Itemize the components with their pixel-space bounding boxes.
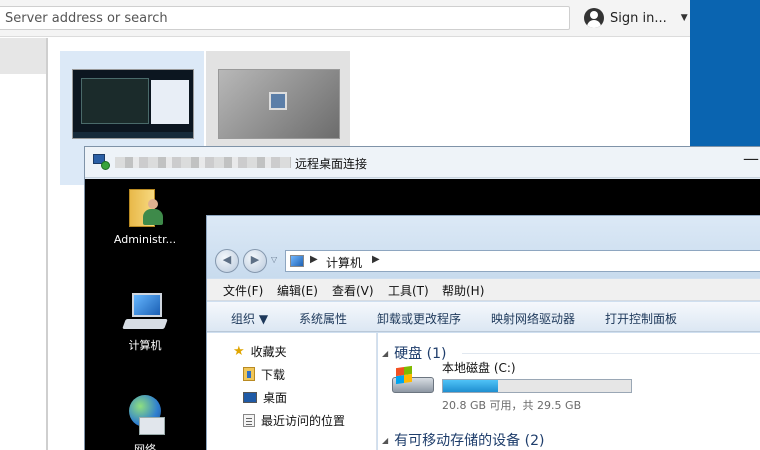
chevron-down-icon[interactable]: ▼ bbox=[681, 13, 688, 23]
content-pane: ◢ 硬盘 (1) 本地磁盘 (C:) 20.8 GB 可用，共 29.5 GB … bbox=[378, 333, 760, 450]
user-picture-icon bbox=[269, 92, 287, 110]
remote-desktop-window: 远程桌面连接 — Administr... 计算机 网络 ◀ ▶ ▽ ▶ 计算机… bbox=[84, 146, 760, 450]
nav-item-desktop[interactable]: 桌面 bbox=[243, 388, 287, 406]
collapse-icon[interactable]: ◢ bbox=[382, 436, 388, 445]
breadcrumb-separator-icon[interactable]: ▶ bbox=[310, 254, 318, 265]
nav-item-favorites[interactable]: ★ 收藏夹 bbox=[233, 342, 287, 360]
system-properties-button[interactable]: 系统属性 bbox=[299, 310, 347, 327]
arrow-left-icon: ◀ bbox=[222, 253, 232, 266]
group-title: 有可移动存储的设备 (2) bbox=[394, 433, 545, 449]
menu-edit[interactable]: 编辑(E) bbox=[277, 282, 318, 299]
organize-button[interactable]: 组织 ▼ bbox=[231, 310, 268, 327]
desktop-folder-icon bbox=[243, 391, 257, 403]
drive-name: 本地磁盘 (C:) bbox=[442, 361, 516, 375]
desktop-icon-network[interactable]: 网络 bbox=[85, 393, 205, 450]
thumbnail-screen bbox=[218, 69, 340, 139]
nav-item-label: 桌面 bbox=[263, 390, 288, 405]
drive-c[interactable]: 本地磁盘 (C:) 20.8 GB 可用，共 29.5 GB bbox=[390, 353, 650, 412]
nav-item-label: 最近访问的位置 bbox=[261, 413, 346, 428]
explorer-window: ◀ ▶ ▽ ▶ 计算机 ▶ 文件(F) 编辑(E) 查看(V) 工具(T) 帮助… bbox=[206, 215, 760, 450]
left-panel-item[interactable] bbox=[0, 38, 46, 74]
thumbnail-screen bbox=[72, 69, 194, 139]
nav-item-label: 收藏夹 bbox=[250, 344, 287, 359]
address-bar[interactable]: ▶ 计算机 ▶ bbox=[285, 250, 760, 272]
menu-bar: 文件(F) 编辑(E) 查看(V) 工具(T) 帮助(H) bbox=[207, 279, 760, 301]
nav-item-recent-places[interactable]: 最近访问的位置 bbox=[243, 411, 345, 429]
hard-drive-icon bbox=[390, 365, 434, 395]
command-bar: 组织 ▼ 系统属性 卸载或更改程序 映射网络驱动器 打开控制面板 bbox=[207, 302, 760, 332]
top-bar: Sign in... ▼ bbox=[0, 0, 690, 37]
explorer-header: ◀ ▶ ▽ ▶ 计算机 ▶ bbox=[207, 216, 760, 278]
desktop-icon-label: Administr... bbox=[113, 233, 177, 246]
divider bbox=[46, 38, 48, 450]
history-dropdown-icon[interactable]: ▽ bbox=[271, 255, 277, 264]
rdc-title-bar[interactable]: 远程桌面连接 — bbox=[85, 147, 760, 178]
computer-icon bbox=[290, 255, 304, 267]
recent-places-icon bbox=[243, 413, 255, 427]
drive-usage-fill bbox=[443, 380, 499, 392]
menu-view[interactable]: 查看(V) bbox=[332, 282, 374, 299]
menu-help[interactable]: 帮助(H) bbox=[442, 282, 484, 299]
collapse-icon[interactable]: ◢ bbox=[382, 349, 388, 358]
nav-item-downloads[interactable]: 下载 bbox=[243, 365, 285, 383]
desktop-icon-computer[interactable]: 计算机 bbox=[85, 293, 205, 353]
menu-tools[interactable]: 工具(T) bbox=[388, 282, 429, 299]
desktop-icon-label: 网络 bbox=[134, 443, 156, 450]
network-icon bbox=[123, 393, 167, 437]
menu-file[interactable]: 文件(F) bbox=[223, 282, 263, 299]
breadcrumb-separator-icon[interactable]: ▶ bbox=[372, 254, 380, 265]
window-title: 远程桌面连接 bbox=[295, 157, 368, 171]
desktop-icon-administrator[interactable]: Administr... bbox=[85, 185, 205, 246]
uninstall-program-button[interactable]: 卸载或更改程序 bbox=[377, 310, 461, 327]
nav-item-label: 下载 bbox=[261, 367, 286, 382]
desktop-icon-label: 计算机 bbox=[128, 339, 162, 352]
minimize-button[interactable]: — bbox=[739, 149, 760, 168]
star-icon: ★ bbox=[233, 343, 245, 359]
user-avatar-icon bbox=[584, 8, 604, 28]
back-button[interactable]: ◀ bbox=[215, 249, 239, 273]
group-header-removable[interactable]: ◢ 有可移动存储的设备 (2) bbox=[382, 430, 544, 450]
search-input[interactable] bbox=[5, 9, 555, 27]
open-control-panel-button[interactable]: 打开控制面板 bbox=[605, 310, 677, 327]
breadcrumb-computer[interactable]: 计算机 bbox=[326, 254, 362, 271]
download-folder-icon bbox=[243, 367, 255, 381]
remote-desktop-area[interactable]: Administr... 计算机 网络 ◀ ▶ ▽ ▶ 计算机 ▶ 文件(F) … bbox=[85, 179, 760, 450]
map-network-drive-button[interactable]: 映射网络驱动器 bbox=[491, 310, 575, 327]
remote-desktop-icon bbox=[93, 154, 110, 170]
computer-icon bbox=[122, 293, 168, 333]
redacted-host bbox=[115, 157, 291, 168]
drive-free-space: 20.8 GB 可用，共 29.5 GB bbox=[442, 399, 582, 412]
user-folder-icon bbox=[125, 185, 165, 229]
forward-button[interactable]: ▶ bbox=[243, 249, 267, 273]
sign-in-label: Sign in... bbox=[610, 10, 667, 26]
arrow-right-icon: ▶ bbox=[250, 253, 260, 266]
sign-in-button[interactable]: Sign in... ▼ bbox=[584, 7, 688, 29]
drive-usage-bar bbox=[442, 379, 632, 393]
navigation-pane: ★ 收藏夹 下载 桌面 最近访问的位置 bbox=[207, 333, 377, 450]
search-box[interactable] bbox=[0, 6, 570, 30]
